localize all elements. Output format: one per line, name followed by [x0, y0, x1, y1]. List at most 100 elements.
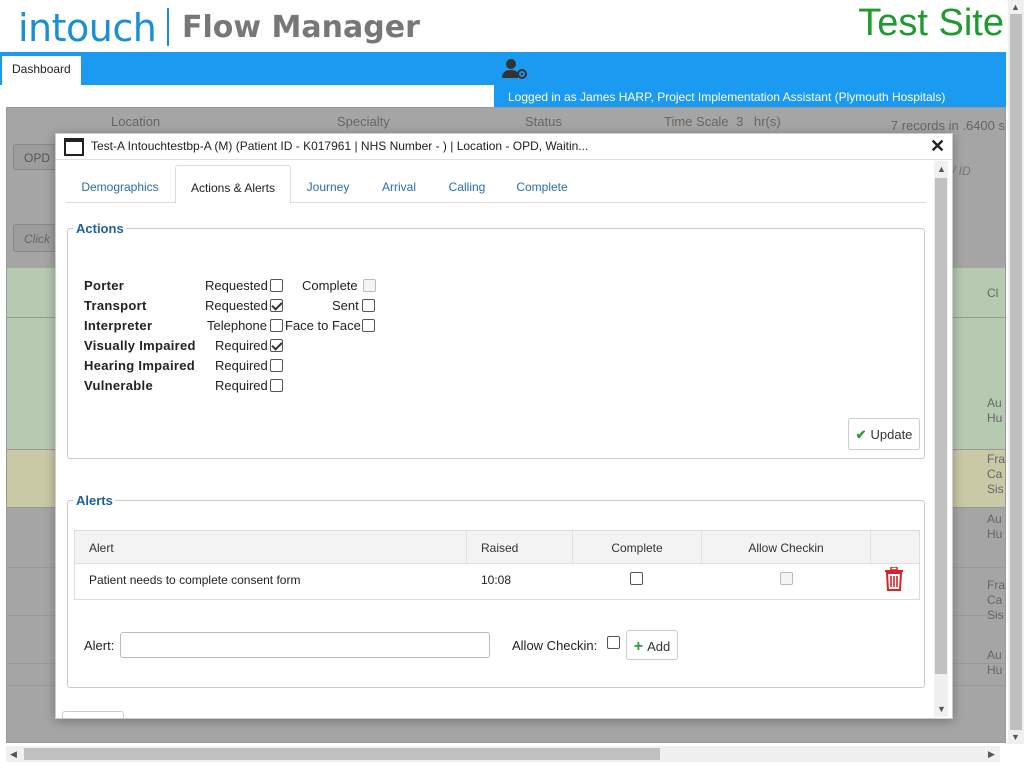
action-label: Transport: [84, 298, 147, 313]
action-option-label: Telephone: [207, 318, 267, 333]
action-row-vulnerable: Vulnerable Required: [84, 378, 404, 398]
partial-button[interactable]: [62, 711, 124, 719]
tab-journey[interactable]: Journey: [292, 165, 364, 203]
id-placeholder: / ID: [952, 164, 971, 178]
dialog-titlebar: Test-A Intouchtestbp-A (M) (Patient ID -…: [56, 134, 952, 160]
dialog-scroll-thumb[interactable]: [935, 178, 947, 674]
column-status: Status: [525, 114, 562, 129]
transport-requested-checkbox[interactable]: [270, 299, 283, 312]
logo-separator: [167, 8, 169, 46]
page-horizontal-scroll-thumb[interactable]: [24, 748, 660, 760]
tab-calling[interactable]: Calling: [434, 165, 500, 203]
user-settings-icon[interactable]: [502, 58, 528, 80]
alert-allow-checkin-checkbox[interactable]: [780, 572, 793, 585]
tab-complete[interactable]: Complete: [502, 165, 582, 203]
plus-icon: +: [633, 638, 644, 655]
header-alert: Alert: [75, 531, 467, 564]
scroll-up-arrow-icon[interactable]: ▲: [1011, 2, 1020, 12]
records-count: 7 records in .6400 s: [890, 118, 1005, 133]
alerts-table-header: Alert Raised Complete Allow Checkin: [75, 531, 919, 564]
update-button[interactable]: ✔ Update: [848, 418, 920, 450]
add-button-label: Add: [647, 639, 671, 654]
alert-input[interactable]: [120, 632, 490, 658]
scroll-down-arrow-icon[interactable]: ▼: [1011, 732, 1020, 742]
page: intouch Flow Manager Test Site Dashboard…: [0, 0, 1024, 768]
navbar: Dashboard: [0, 52, 1006, 85]
trash-icon[interactable]: [883, 567, 905, 591]
action-option-label: Requested: [205, 298, 268, 313]
tab-demographics[interactable]: Demographics: [66, 165, 174, 203]
actions-legend: Actions: [76, 221, 124, 236]
dialog-body: Demographics Actions & Alerts Journey Ar…: [56, 161, 932, 719]
actions-panel: Actions Porter Requested Complete Transp…: [67, 221, 925, 459]
dialog-title: Test-A Intouchtestbp-A (M) (Patient ID -…: [91, 139, 589, 153]
action-option-label: Required: [215, 338, 268, 353]
add-alert-button[interactable]: + Add: [626, 630, 678, 660]
action-option-label: Requested: [205, 278, 268, 293]
alert-complete-checkbox[interactable]: [630, 572, 643, 585]
action-row-interpreter: Interpreter Telephone Face to Face: [84, 318, 404, 338]
action-label: Porter: [84, 278, 125, 293]
action-row-visually-impaired: Visually Impaired Required: [84, 338, 404, 358]
checkmark-icon: ✔: [855, 427, 867, 442]
close-icon[interactable]: ✕: [930, 136, 945, 157]
opd-filter-button[interactable]: OPD: [13, 144, 57, 170]
action-row-porter: Porter Requested Complete: [84, 278, 404, 298]
header-complete: Complete: [573, 531, 702, 564]
dialog-scroll-up-icon[interactable]: ▲: [937, 164, 946, 174]
action-row-transport: Transport Requested Sent: [84, 298, 404, 318]
action-label: Visually Impaired: [84, 338, 196, 353]
visually-impaired-checkbox[interactable]: [270, 339, 283, 352]
window-icon: [64, 138, 84, 156]
alert-input-label: Alert:: [84, 638, 115, 653]
porter-requested-checkbox[interactable]: [270, 279, 283, 292]
logged-in-banner: Logged in as James HARP, Project Impleme…: [494, 85, 1006, 107]
transport-sent-checkbox[interactable]: [362, 299, 375, 312]
header-raised: Raised: [467, 531, 573, 564]
alert-raised: 10:08: [481, 573, 512, 587]
header-allow-checkin: Allow Checkin: [702, 531, 871, 564]
alert-text: Patient needs to complete consent form: [89, 573, 301, 587]
allow-checkin-label: Allow Checkin:: [512, 638, 598, 653]
brand-logo: intouch: [18, 6, 157, 50]
column-location: Location: [111, 114, 161, 129]
action-option-label: Complete: [302, 278, 358, 293]
action-option-label: Required: [215, 358, 268, 373]
alerts-table: Alert Raised Complete Allow Checkin Pati…: [74, 530, 920, 600]
background-cell: Fra Ca Sis: [987, 452, 1005, 496]
action-label: Hearing Impaired: [84, 358, 195, 373]
porter-complete-checkbox[interactable]: [363, 279, 376, 292]
background-cell: Au Hu: [987, 396, 1003, 425]
interpreter-telephone-checkbox[interactable]: [270, 319, 283, 332]
tab-dashboard[interactable]: Dashboard: [2, 56, 81, 85]
action-label: Vulnerable: [84, 378, 153, 393]
background-cell: Fra Ca Sis: [987, 578, 1005, 622]
dialog-tabs: Demographics Actions & Alerts Journey Ar…: [66, 165, 926, 204]
background-cell: Au Hu: [987, 512, 1003, 541]
tab-actions-alerts[interactable]: Actions & Alerts: [175, 165, 291, 204]
hearing-impaired-checkbox[interactable]: [270, 359, 283, 372]
patient-dialog: Test-A Intouchtestbp-A (M) (Patient ID -…: [55, 133, 953, 719]
action-option-label: Sent: [332, 298, 359, 313]
new-alert-allow-checkin-checkbox[interactable]: [607, 636, 620, 649]
action-option-label: Required: [215, 378, 268, 393]
action-row-hearing-impaired: Hearing Impaired Required: [84, 358, 404, 378]
action-label: Interpreter: [84, 318, 153, 333]
scroll-left-arrow-icon[interactable]: ◀: [10, 749, 17, 760]
alerts-legend: Alerts: [76, 493, 113, 508]
scroll-right-arrow-icon[interactable]: ▶: [988, 749, 995, 760]
app-header: intouch Flow Manager Test Site: [0, 0, 1010, 52]
action-option-label: Face to Face: [285, 318, 361, 333]
click-filter-button[interactable]: Click: [13, 224, 57, 252]
product-name: Flow Manager: [182, 10, 420, 45]
background-column-header: Cl: [987, 286, 999, 300]
tab-arrival[interactable]: Arrival: [366, 165, 432, 203]
time-scale-value: 3: [736, 114, 744, 129]
interpreter-face-to-face-checkbox[interactable]: [362, 319, 375, 332]
alerts-panel: Alerts Alert Raised Complete Allow Check…: [67, 493, 925, 688]
time-scale-label: Time Scale: [664, 114, 729, 129]
vulnerable-checkbox[interactable]: [270, 379, 283, 392]
background-cell: Au Hu: [987, 648, 1003, 677]
page-vertical-scroll-thumb[interactable]: [1010, 14, 1022, 730]
dialog-scroll-down-icon[interactable]: ▼: [937, 704, 946, 714]
